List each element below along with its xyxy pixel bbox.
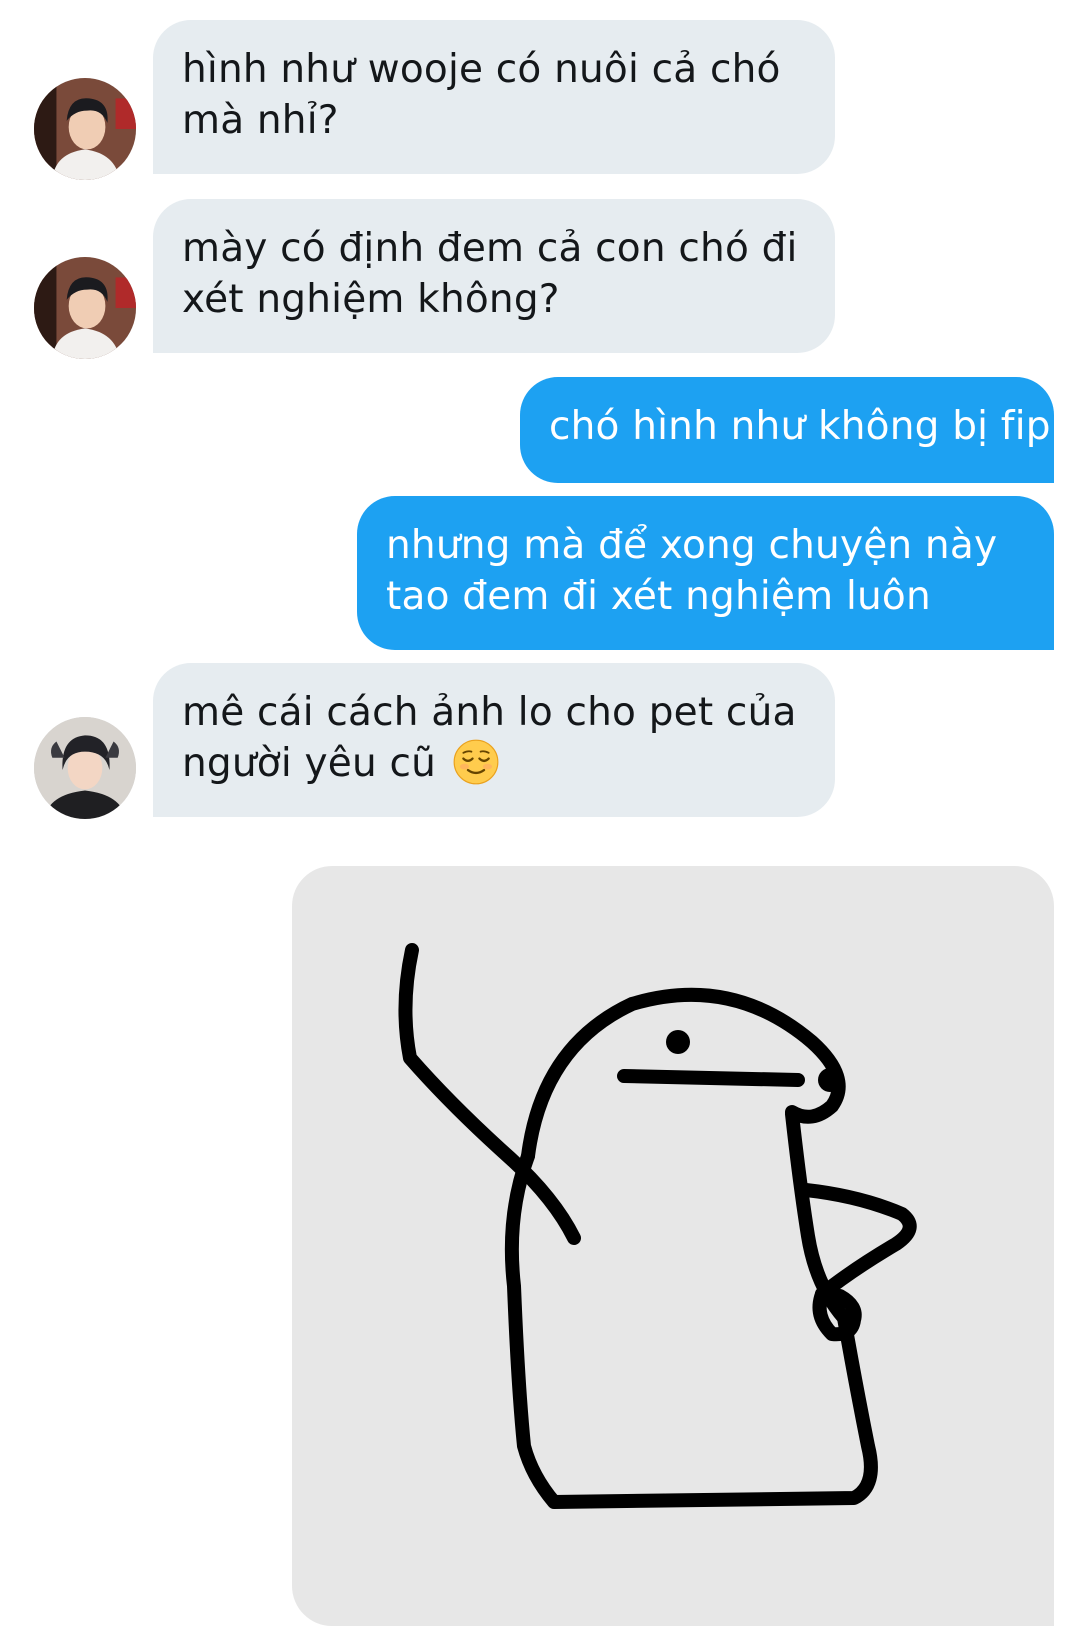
sender-avatar[interactable] — [34, 257, 136, 359]
message-text: mê cái cách ảnh lo cho pet của — [182, 690, 797, 735]
message-text: người yêu cũ — [182, 741, 437, 786]
message-text: hình như wooje có nuôi cả chó — [182, 47, 781, 92]
flork-meme-image[interactable] — [292, 866, 1054, 1626]
message-text: tao đem đi xét nghiệm luôn — [386, 574, 931, 619]
flork-character-drawing — [398, 943, 917, 1509]
message-text: mày có định đem cả con chó đi — [182, 226, 798, 271]
message-bubble-outgoing[interactable]: chó hình như không bị fip — [520, 377, 1054, 483]
message-bubble-outgoing[interactable]: nhưng mà để xong chuyện này tao đem đi x… — [357, 496, 1054, 650]
relieved-face-emoji-icon — [453, 739, 499, 785]
message-bubble-incoming[interactable]: hình như wooje có nuôi cả chó mà nhỉ? — [153, 20, 835, 174]
avatar-photo-icon — [34, 717, 136, 819]
message-text: xét nghiệm không? — [182, 277, 560, 322]
avatar-photo-icon — [34, 257, 136, 359]
avatar-photo-icon — [34, 78, 136, 180]
message-bubble-incoming[interactable]: mê cái cách ảnh lo cho pet của người yêu… — [153, 663, 835, 817]
message-text: nhưng mà để xong chuyện này — [386, 523, 998, 568]
message-bubble-incoming[interactable]: mày có định đem cả con chó đi xét nghiệm… — [153, 199, 835, 353]
message-text: chó hình như không bị fip — [549, 404, 1051, 449]
message-text-line: người yêu cũ — [182, 738, 807, 789]
sender-avatar[interactable] — [34, 78, 136, 180]
message-text: mà nhỉ? — [182, 98, 339, 143]
sender-avatar[interactable] — [34, 717, 136, 819]
